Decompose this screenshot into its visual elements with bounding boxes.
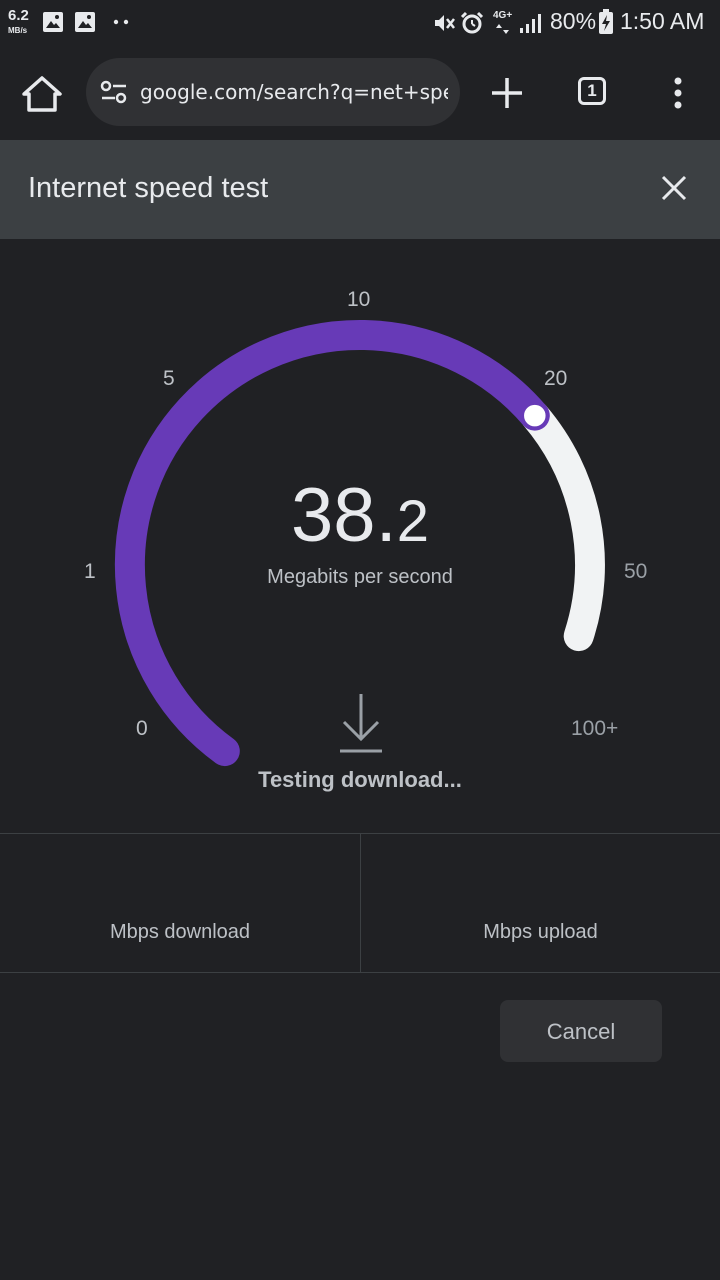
more-menu-icon[interactable] xyxy=(668,76,688,110)
gauge-label-50: 50 xyxy=(624,560,648,583)
cancel-button[interactable]: Cancel xyxy=(500,1000,662,1062)
gauge-track xyxy=(519,400,605,652)
speed-value-integer: 38. xyxy=(291,473,397,558)
network-speed: 6.2 xyxy=(8,7,29,24)
address-bar[interactable]: google.com/search?q=net+speed xyxy=(86,58,460,126)
url-text[interactable]: google.com/search?q=net+speed xyxy=(140,80,448,104)
download-label: Mbps download xyxy=(109,921,251,943)
status-bar: 6.2 MB/s 4G+ 80% 1:50 AM xyxy=(0,0,720,46)
speed-value-decimal: 2 xyxy=(396,489,429,554)
download-icon xyxy=(340,694,382,753)
results-panel: Mbps download Mbps upload xyxy=(0,833,720,973)
signal-icon xyxy=(520,14,541,33)
gauge-label-10: 10 xyxy=(347,288,371,311)
test-status-text: Testing download... xyxy=(258,767,462,792)
gauge-label-5: 5 xyxy=(163,367,175,390)
download-result: Mbps download xyxy=(0,834,360,972)
tab-switcher-button[interactable]: 1 xyxy=(578,77,606,105)
speed-test-header: Internet speed test xyxy=(0,140,720,239)
browser-toolbar: google.com/search?q=net+speed 1 xyxy=(0,46,720,140)
alarm-icon xyxy=(460,11,484,34)
gauge-label-100-plus: 100+ xyxy=(571,717,619,740)
data-arrows-icon xyxy=(496,24,509,34)
gauge-label-0: 0 xyxy=(136,717,148,740)
battery-charging-icon xyxy=(599,9,613,34)
image-notification-icon xyxy=(75,12,95,32)
speed-unit-label: Megabits per second xyxy=(267,566,453,588)
upload-label: Mbps upload xyxy=(483,921,598,943)
home-icon[interactable] xyxy=(20,74,64,114)
gauge-label-1: 1 xyxy=(84,560,96,583)
mute-icon xyxy=(435,15,455,31)
page-title: Internet speed test xyxy=(28,172,269,204)
close-icon[interactable] xyxy=(656,170,692,206)
gauge-label-20: 20 xyxy=(544,367,568,390)
more-notifications-icon xyxy=(113,19,129,25)
network-type: 4G+ xyxy=(493,10,513,21)
gauge-indicator xyxy=(521,402,549,429)
speed-value: 38.2 xyxy=(200,472,520,559)
network-speed-unit: MB/s xyxy=(8,26,28,35)
new-tab-icon[interactable] xyxy=(488,74,526,112)
site-settings-icon[interactable] xyxy=(100,80,128,104)
image-notification-icon xyxy=(43,12,63,32)
upload-result: Mbps upload xyxy=(360,834,720,972)
battery-percent: 80% xyxy=(550,8,597,34)
clock: 1:50 AM xyxy=(620,8,705,34)
